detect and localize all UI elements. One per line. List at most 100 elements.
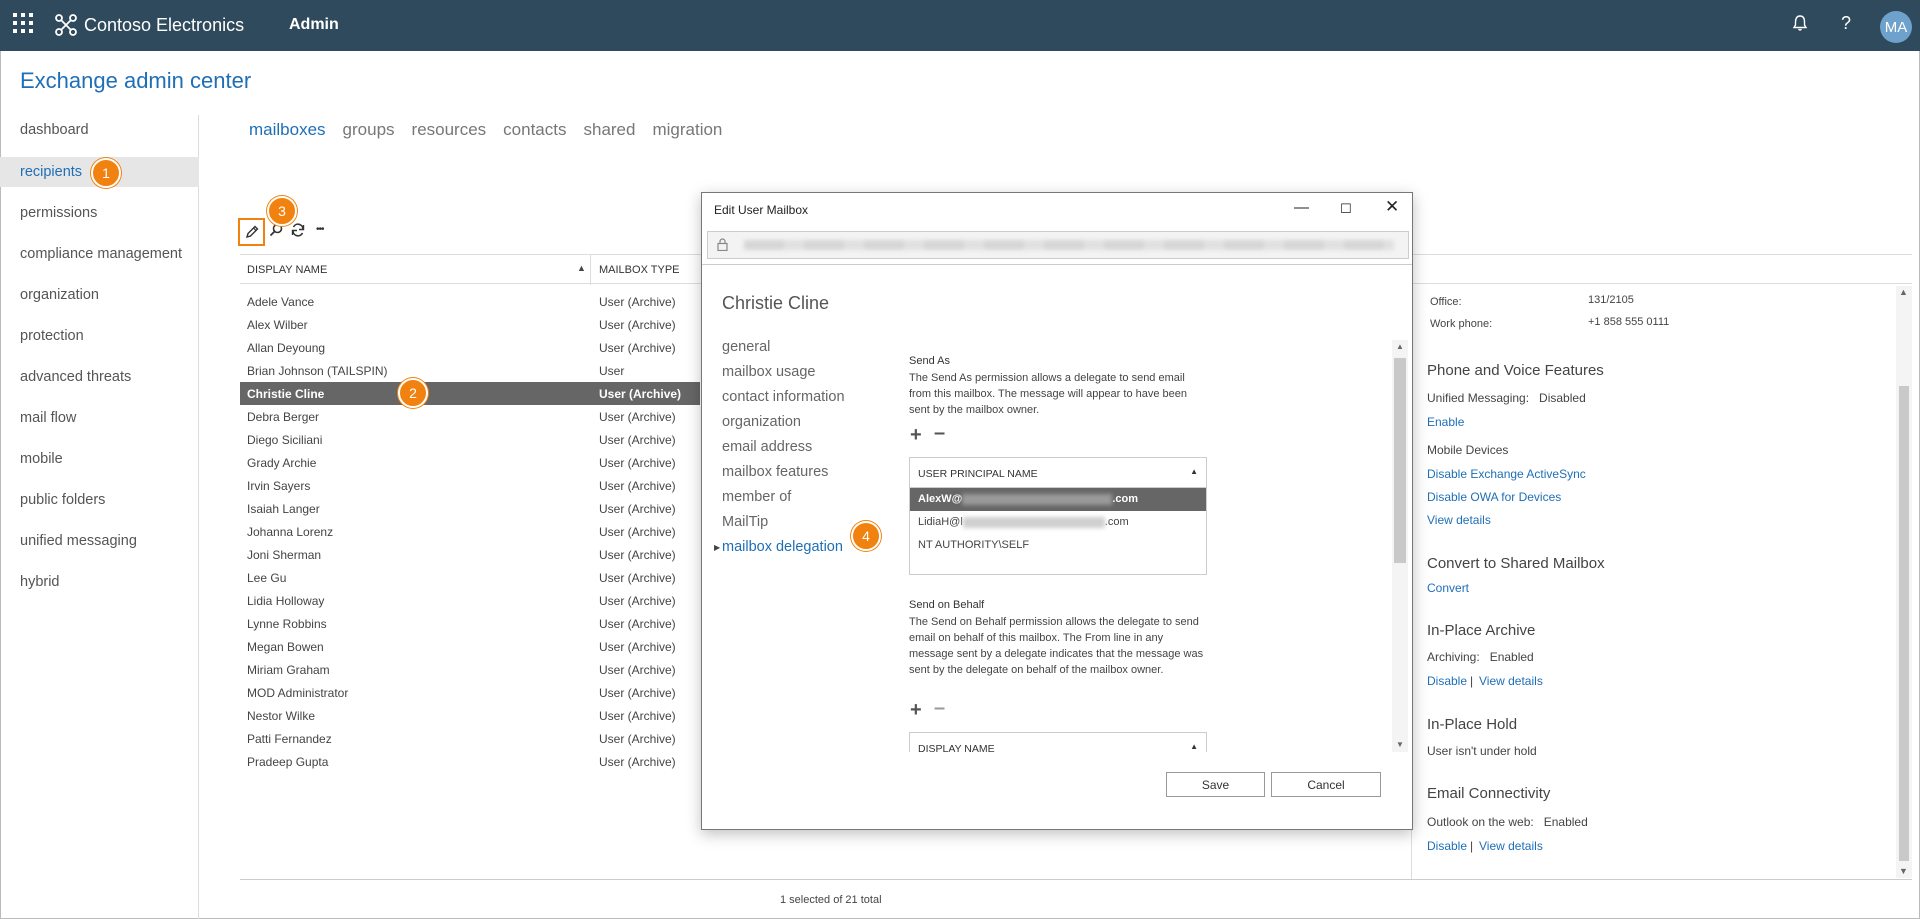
disable-owa-devices-link[interactable]: Disable OWA for Devices xyxy=(1427,490,1561,504)
table-row[interactable]: Allan Deyoung User (Archive) xyxy=(240,336,700,359)
sort-up-icon[interactable]: ▲ xyxy=(577,263,586,273)
dialog-scrollbar[interactable]: ▲ ▼ xyxy=(1392,340,1408,752)
scrollbar-thumb[interactable] xyxy=(1899,386,1909,861)
dialog-nav-mailbox-features[interactable]: mailbox features xyxy=(722,464,828,480)
tab-contacts[interactable]: contacts xyxy=(503,120,566,140)
help-icon[interactable]: ? xyxy=(1841,13,1851,34)
table-row[interactable]: Patti Fernandez User (Archive) xyxy=(240,727,700,750)
maximize-icon[interactable]: ☐ xyxy=(1340,201,1352,217)
archive-view-details-link[interactable]: View details xyxy=(1479,674,1543,688)
nav-item-mobile[interactable]: mobile xyxy=(0,444,199,474)
nav-item-organization[interactable]: organization xyxy=(0,280,199,310)
close-icon[interactable]: ✕ xyxy=(1385,197,1399,217)
owa-disable-link[interactable]: Disable xyxy=(1427,839,1467,853)
send-as-add-icon[interactable]: + xyxy=(910,424,922,447)
waffle-icon[interactable] xyxy=(13,13,33,33)
nav-item-permissions[interactable]: permissions xyxy=(0,198,199,228)
row-display-name: Pradeep Gupta xyxy=(247,755,329,769)
tab-resources[interactable]: resources xyxy=(412,120,487,140)
archive-disable-link[interactable]: Disable xyxy=(1427,674,1467,688)
sort-up-icon[interactable]: ▲ xyxy=(1190,467,1198,476)
scroll-down-icon[interactable]: ▼ xyxy=(1396,740,1404,749)
nav-item-compliance-management[interactable]: compliance management xyxy=(0,239,199,269)
cancel-button[interactable]: Cancel xyxy=(1271,772,1381,797)
table-row[interactable]: MOD Administrator User (Archive) xyxy=(240,681,700,704)
table-row[interactable]: Grady Archie User (Archive) xyxy=(240,451,700,474)
tab-shared[interactable]: shared xyxy=(583,120,635,140)
table-row[interactable]: Megan Bowen User (Archive) xyxy=(240,635,700,658)
refresh-icon[interactable] xyxy=(290,222,306,242)
send-on-behalf-column-header[interactable]: DISPLAY NAME ▲ xyxy=(910,733,1206,752)
dialog-nav-mailbox-delegation[interactable]: mailbox delegation xyxy=(722,539,843,555)
nav-item-public-folders[interactable]: public folders xyxy=(0,485,199,515)
nav-item-unified-messaging[interactable]: unified messaging xyxy=(0,526,199,556)
table-row[interactable]: Diego Siciliani User (Archive) xyxy=(240,428,700,451)
row-mailbox-type: User (Archive) xyxy=(599,755,676,769)
nav-item-advanced-threats[interactable]: advanced threats xyxy=(0,362,199,392)
view-details-link[interactable]: View details xyxy=(1427,513,1491,527)
brand-name: Contoso Electronics xyxy=(84,14,245,35)
enable-link[interactable]: Enable xyxy=(1427,415,1464,429)
dialog-nav-member-of[interactable]: member of xyxy=(722,489,791,505)
address-bar[interactable] xyxy=(707,231,1409,259)
table-row-selected[interactable]: Christie Cline User (Archive) xyxy=(240,382,700,405)
nav-item-dashboard[interactable]: dashboard xyxy=(0,115,199,145)
more-icon[interactable]: ••• xyxy=(316,224,324,235)
tab-mailboxes[interactable]: mailboxes xyxy=(249,120,326,140)
nav-item-hybrid[interactable]: hybrid xyxy=(0,567,199,597)
scroll-up-icon[interactable]: ▲ xyxy=(1396,342,1404,351)
nav-item-protection[interactable]: protection xyxy=(0,321,199,351)
dialog-nav-contact-information[interactable]: contact information xyxy=(722,389,845,405)
table-row[interactable]: Adele Vance User (Archive) xyxy=(240,290,700,313)
table-row[interactable]: Isaiah Langer User (Archive) xyxy=(240,497,700,520)
convert-link[interactable]: Convert xyxy=(1427,581,1469,595)
table-row[interactable]: Lynne Robbins User (Archive) xyxy=(240,612,700,635)
avatar[interactable]: MA xyxy=(1880,11,1912,43)
send-as-column-header[interactable]: USER PRINCIPAL NAME ▲ xyxy=(910,458,1206,488)
dialog-scrollbar-thumb[interactable] xyxy=(1394,358,1406,563)
dialog-nav-general[interactable]: general xyxy=(722,339,770,355)
dialog-nav-mailtip[interactable]: MailTip xyxy=(722,514,768,530)
column-mailbox-type[interactable]: MAILBOX TYPE xyxy=(599,264,680,276)
column-display-name[interactable]: DISPLAY NAME xyxy=(247,264,327,276)
owa-view-details-link[interactable]: View details xyxy=(1479,839,1543,853)
tab-migration[interactable]: migration xyxy=(652,120,722,140)
nav-item-mail-flow[interactable]: mail flow xyxy=(0,403,199,433)
table-row[interactable]: Debra Berger User (Archive) xyxy=(240,405,700,428)
send-as-remove-icon[interactable]: – xyxy=(934,422,945,445)
bell-icon[interactable] xyxy=(1792,14,1808,37)
table-row[interactable]: Joni Sherman User (Archive) xyxy=(240,543,700,566)
scroll-up-icon[interactable]: ▲ xyxy=(1899,287,1908,297)
list-item[interactable]: LidiaH@l .com xyxy=(910,511,1206,534)
table-row[interactable]: Nestor Wilke User (Archive) xyxy=(240,704,700,727)
table-row[interactable]: Lee Gu User (Archive) xyxy=(240,566,700,589)
tab-groups[interactable]: groups xyxy=(343,120,395,140)
dialog-nav-email-address[interactable]: email address xyxy=(722,439,812,455)
table-row[interactable]: Alex Wilber User (Archive) xyxy=(240,313,700,336)
send-on-behalf-add-icon[interactable]: + xyxy=(910,699,922,722)
table-row[interactable]: Johanna Lorenz User (Archive) xyxy=(240,520,700,543)
details-scrollbar[interactable]: ▲ ▼ xyxy=(1896,286,1912,878)
list-item[interactable]: NT AUTHORITY\SELF xyxy=(910,534,1206,557)
app-name[interactable]: Admin xyxy=(289,16,339,34)
unified-messaging-status: Unified Messaging: Disabled xyxy=(1427,391,1586,405)
list-item-suffix: .com xyxy=(1104,516,1129,528)
step-badge-1: 1 xyxy=(91,158,121,188)
table-row[interactable]: Irvin Sayers User (Archive) xyxy=(240,474,700,497)
dialog-nav-organization[interactable]: organization xyxy=(722,414,801,430)
sort-up-icon[interactable]: ▲ xyxy=(1190,742,1198,751)
table-row[interactable]: Miriam Graham User (Archive) xyxy=(240,658,700,681)
table-row[interactable]: Brian Johnson (TAILSPIN) User xyxy=(240,359,700,382)
edit-icon[interactable] xyxy=(238,218,265,246)
list-item[interactable]: AlexW@ .com xyxy=(910,488,1206,511)
scroll-down-icon[interactable]: ▼ xyxy=(1899,866,1908,876)
row-mailbox-type: User (Archive) xyxy=(599,433,676,447)
dialog-nav-mailbox-usage[interactable]: mailbox usage xyxy=(722,364,816,380)
send-on-behalf-remove-icon[interactable]: – xyxy=(934,697,945,720)
table-row[interactable]: Lidia Holloway User (Archive) xyxy=(240,589,700,612)
disable-activesync-link[interactable]: Disable Exchange ActiveSync xyxy=(1427,467,1586,481)
table-row[interactable]: Pradeep Gupta User (Archive) xyxy=(240,750,700,773)
save-button[interactable]: Save xyxy=(1166,772,1265,797)
minimize-icon[interactable]: — xyxy=(1294,199,1309,216)
brand[interactable]: Contoso Electronics xyxy=(54,13,244,37)
